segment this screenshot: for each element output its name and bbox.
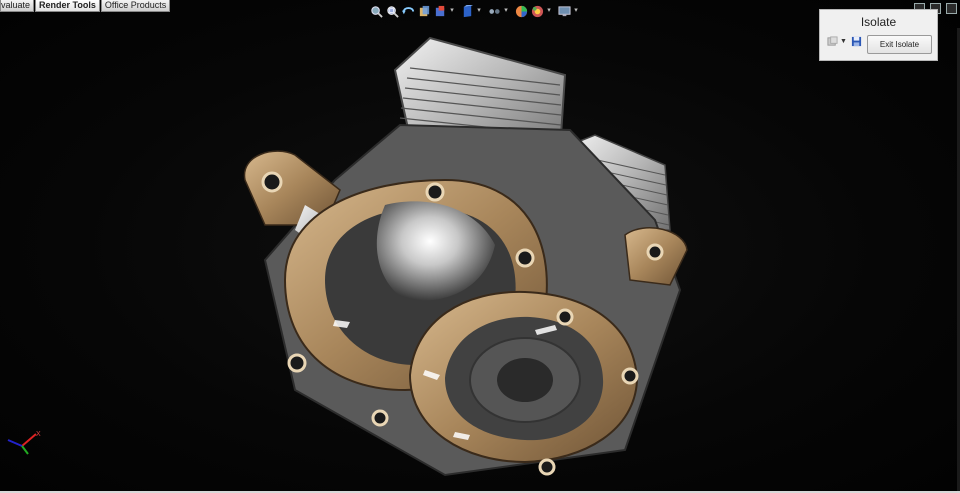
tab-office-products[interactable]: Office Products [100,0,171,12]
tab-render-tools[interactable]: Render Tools [35,0,100,12]
coordinate-triad-icon: X [7,431,41,455]
previous-view-icon[interactable] [401,4,415,18]
view-settings-icon[interactable] [557,4,571,18]
hide-show-items-icon[interactable] [487,4,501,18]
isolate-options: ▼ [827,36,864,47]
engine-crankcase-model[interactable] [225,30,705,485]
isolate-panel: Isolate ▼ Exit Isolate [819,9,938,61]
view-orientation-icon[interactable] [433,4,447,18]
display-style-icon[interactable] [460,4,474,18]
right-mounting-lug [624,227,688,286]
section-view-icon[interactable] [417,4,431,18]
ribbon-tabs: valuate Render Tools Office Products [0,0,171,12]
zoom-area-icon[interactable] [385,4,399,18]
edit-appearance-icon[interactable] [514,4,528,18]
apply-scene-icon[interactable] [530,4,544,18]
display-style-dropdown[interactable]: ▾ [476,4,482,18]
isolate-title: Isolate [860,15,897,29]
apply-scene-dropdown[interactable]: ▾ [546,4,552,18]
hide-show-dropdown[interactable]: ▾ [503,4,509,18]
view-orientation-dropdown[interactable]: ▾ [449,4,455,18]
save-icon[interactable] [851,36,862,47]
svg-text:X: X [36,431,41,438]
tab-evaluate[interactable]: valuate [0,0,35,12]
maximize-icon[interactable] [946,3,957,14]
visibility-icon[interactable] [827,36,838,47]
zoom-to-fit-icon[interactable] [369,4,383,18]
exit-isolate-button[interactable]: Exit Isolate [867,35,932,54]
visibility-dropdown-icon[interactable]: ▼ [840,38,847,45]
view-settings-dropdown[interactable]: ▾ [573,4,579,18]
heads-up-toolbar: ▾ ▾ ▾ ▾ ▾ [369,3,584,19]
